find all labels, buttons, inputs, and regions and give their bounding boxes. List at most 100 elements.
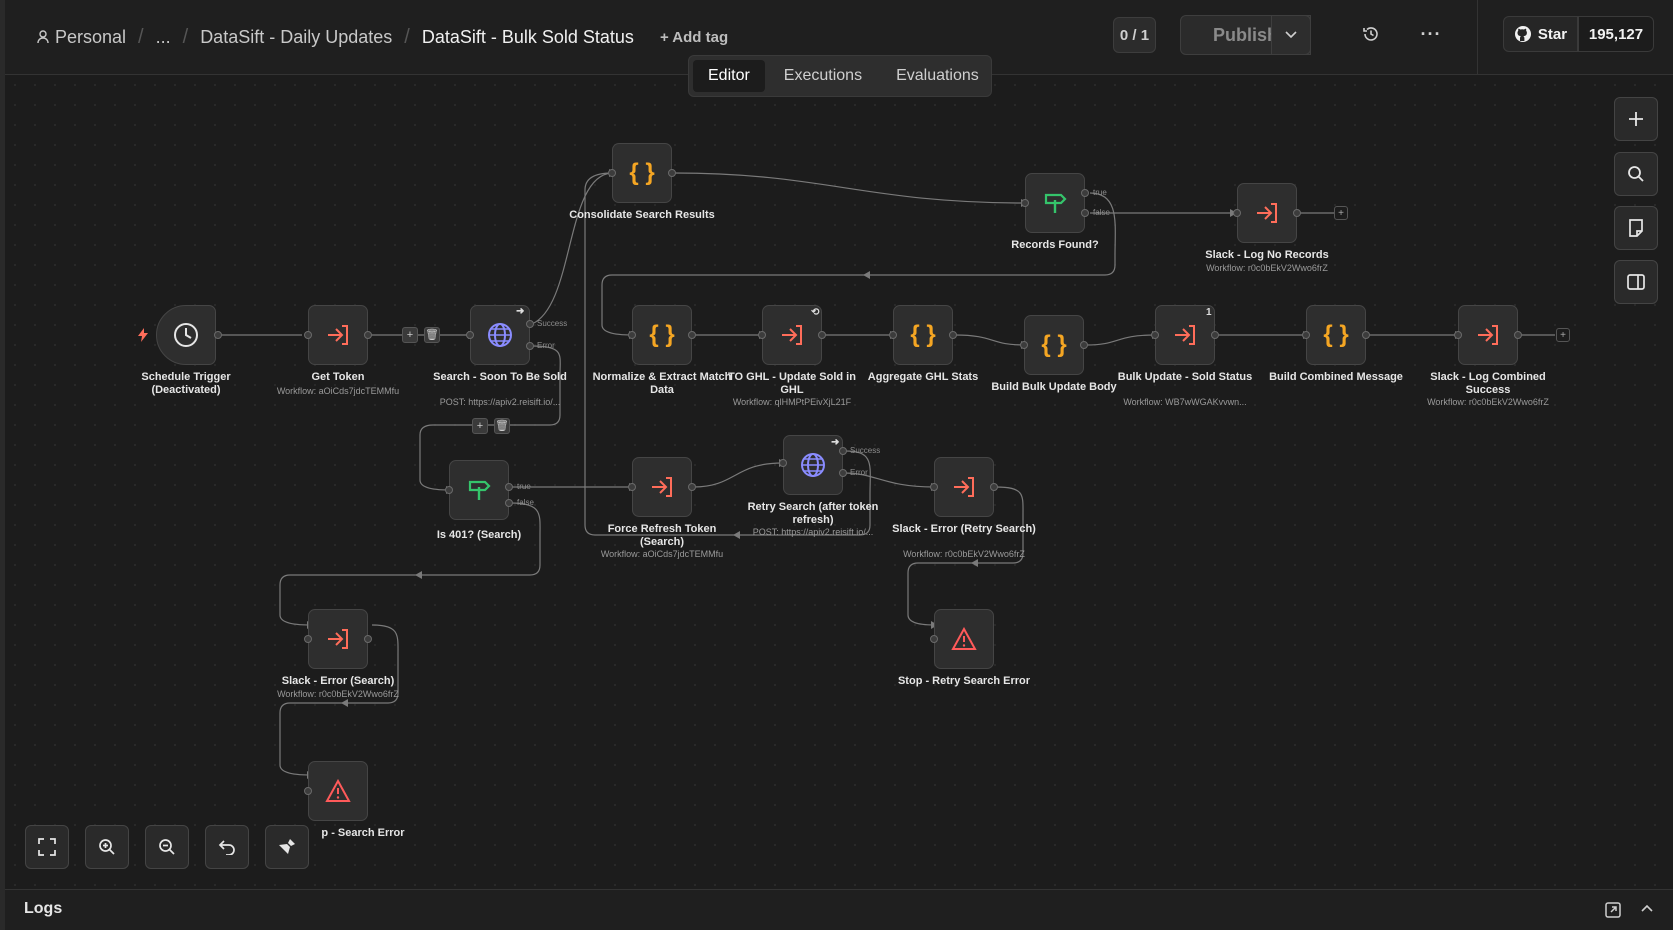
star-count[interactable]: 195,127 — [1578, 16, 1654, 52]
input-port[interactable] — [1021, 199, 1029, 207]
breadcrumb-owner[interactable]: Personal — [55, 27, 126, 48]
zoom-to-fit-button[interactable] — [25, 825, 69, 869]
node-normalize-extract[interactable]: { } — [632, 305, 692, 365]
zoom-in-button[interactable] — [85, 825, 129, 869]
input-port[interactable] — [779, 459, 787, 467]
input-port[interactable] — [1233, 209, 1241, 217]
add-node-button[interactable]: + — [1334, 206, 1348, 220]
node-subtitle: POST: https://apiv2.reisift.io/... — [752, 527, 874, 537]
input-port[interactable] — [1454, 331, 1462, 339]
output-port[interactable] — [668, 169, 676, 177]
node-slack-error-retry-search[interactable] — [934, 457, 994, 517]
connection — [673, 172, 1026, 204]
active-version-counter[interactable]: 0 / 1 — [1113, 17, 1156, 53]
output-port[interactable] — [990, 483, 998, 491]
add-node-button[interactable]: + — [1556, 328, 1570, 342]
output-port[interactable] — [949, 331, 957, 339]
add-tag-button[interactable]: + Add tag — [660, 29, 728, 46]
node-schedule-trigger[interactable] — [156, 305, 216, 365]
logs-panel[interactable]: Logs — [5, 889, 1673, 930]
output-port[interactable] — [818, 331, 826, 339]
tidy-up-button[interactable] — [265, 825, 309, 869]
output-port-true[interactable] — [505, 483, 513, 491]
clock-icon — [173, 322, 199, 348]
input-port[interactable] — [304, 787, 312, 795]
output-port[interactable] — [364, 331, 372, 339]
input-port[interactable] — [930, 635, 938, 643]
output-port[interactable] — [1293, 209, 1301, 217]
publish-dropdown-button[interactable] — [1271, 15, 1311, 55]
node-stop-retry-search-error[interactable] — [934, 609, 994, 669]
node-aggregate-ghl-stats[interactable]: { } — [893, 305, 953, 365]
output-port-error[interactable] — [526, 342, 534, 350]
add-node-button[interactable]: + — [472, 418, 488, 434]
input-port[interactable] — [1151, 331, 1159, 339]
open-logs-window-icon[interactable] — [1605, 902, 1621, 918]
arrow-marker — [971, 559, 978, 567]
connection — [279, 502, 541, 626]
history-button[interactable] — [1355, 18, 1387, 50]
input-port[interactable] — [628, 483, 636, 491]
output-port-false[interactable] — [1081, 209, 1089, 217]
node-consolidate-search-results[interactable]: { } — [612, 143, 672, 203]
output-port[interactable] — [688, 483, 696, 491]
input-port[interactable] — [1020, 341, 1028, 349]
output-port[interactable] — [1080, 341, 1088, 349]
undo-button[interactable] — [205, 825, 249, 869]
input-port[interactable] — [304, 635, 312, 643]
input-port[interactable] — [445, 486, 453, 494]
output-port[interactable] — [364, 635, 372, 643]
output-port-success[interactable] — [839, 447, 847, 455]
node-force-refresh-token[interactable] — [632, 457, 692, 517]
breadcrumb-parent-folder[interactable]: DataSift - Daily Updates — [200, 27, 392, 48]
tab-editor[interactable]: Editor — [693, 60, 765, 92]
chevron-up-icon[interactable] — [1641, 904, 1653, 912]
workflow-name[interactable]: DataSift - Bulk Sold Status — [422, 27, 634, 48]
delete-connection-button[interactable]: 🗑 — [494, 418, 510, 434]
output-port[interactable] — [1211, 331, 1219, 339]
node-records-found[interactable] — [1025, 173, 1085, 233]
output-port[interactable] — [1514, 331, 1522, 339]
input-port[interactable] — [608, 169, 616, 177]
node-label: Consolidate Search Results — [569, 209, 715, 221]
github-star-button[interactable]: Star — [1503, 16, 1578, 52]
input-port[interactable] — [1302, 331, 1310, 339]
node-stop-search-error[interactable] — [308, 761, 368, 821]
node-get-token[interactable] — [308, 305, 368, 365]
input-port[interactable] — [466, 331, 474, 339]
tab-executions[interactable]: Executions — [769, 60, 877, 92]
output-port-true[interactable] — [1081, 189, 1089, 197]
workflow-canvas[interactable]: Schedule Trigger (Deactivated) Get Token… — [5, 75, 1673, 889]
search-nodes-button[interactable] — [1614, 152, 1658, 196]
port-label: Error — [537, 341, 555, 350]
delete-connection-button[interactable]: 🗑 — [424, 327, 440, 343]
node-slack-error-search[interactable] — [308, 609, 368, 669]
connection — [1085, 334, 1156, 346]
output-port[interactable] — [688, 331, 696, 339]
add-node-panel-button[interactable] — [1614, 97, 1658, 141]
output-port-error[interactable] — [839, 469, 847, 477]
more-options-button[interactable]: ··· — [1415, 18, 1447, 50]
input-port[interactable] — [628, 331, 636, 339]
arrow-right-icon: ➜ — [831, 437, 840, 448]
zoom-out-button[interactable] — [145, 825, 189, 869]
output-port[interactable] — [1362, 331, 1370, 339]
add-node-button[interactable]: + — [402, 327, 418, 343]
tab-evaluations[interactable]: Evaluations — [881, 60, 994, 92]
input-port[interactable] — [930, 483, 938, 491]
node-build-bulk-update-body[interactable]: { } — [1024, 315, 1084, 375]
input-port[interactable] — [304, 331, 312, 339]
node-slack-log-no-records[interactable] — [1237, 183, 1297, 243]
node-slack-log-combined-success[interactable] — [1458, 305, 1518, 365]
input-port[interactable] — [889, 331, 897, 339]
output-port-success[interactable] — [526, 320, 534, 328]
node-label: Schedule Trigger (Deactivated) — [141, 371, 231, 396]
breadcrumb-ellipsis[interactable]: ... — [156, 27, 171, 48]
output-port[interactable] — [214, 331, 222, 339]
node-build-combined-message[interactable]: { } — [1306, 305, 1366, 365]
toggle-side-panel-button[interactable] — [1614, 260, 1658, 304]
add-sticky-note-button[interactable] — [1614, 206, 1658, 250]
node-is-401-search[interactable] — [449, 460, 509, 520]
output-port-false[interactable] — [505, 499, 513, 507]
input-port[interactable] — [758, 331, 766, 339]
